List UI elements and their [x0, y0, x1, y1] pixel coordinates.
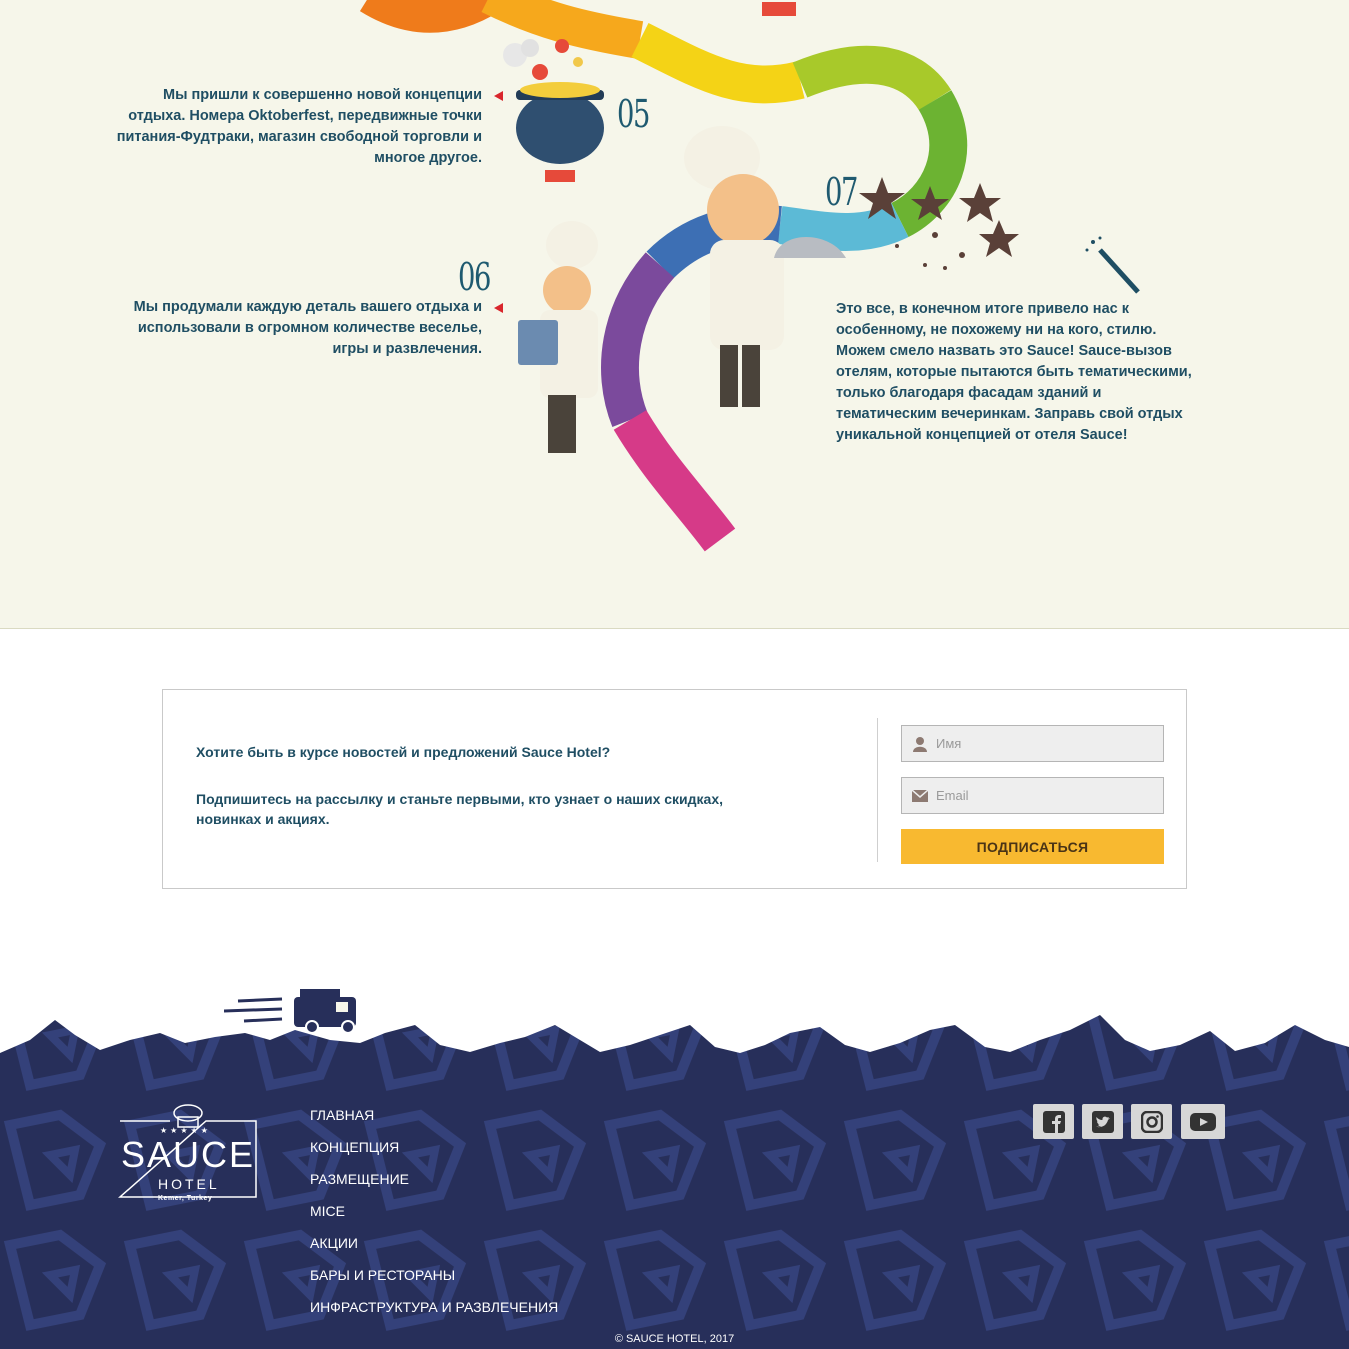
email-field[interactable]: Email [901, 777, 1164, 814]
subscribe-heading: Хотите быть в курсе новостей и предложен… [196, 744, 611, 760]
magic-wand-icon [1085, 236, 1140, 294]
name-placeholder: Имя [936, 736, 962, 751]
step-description: Это все, в конечном итоге привело нас к … [836, 301, 1192, 443]
youtube-link[interactable] [1181, 1104, 1225, 1139]
footer-nav: ГЛАВНАЯ КОНЦЕПЦИЯ РАЗМЕЩЕНИЕ MICE АКЦИИ … [310, 1107, 558, 1331]
nav-link-bars[interactable]: БАРЫ И РЕСТОРАНЫ [310, 1267, 558, 1299]
name-field[interactable]: Имя [901, 725, 1164, 762]
stove-icon [762, 2, 796, 16]
logo-location: Kemer, Turkey [158, 1195, 213, 1202]
instagram-link[interactable] [1131, 1104, 1172, 1139]
twitter-link[interactable] [1082, 1104, 1123, 1139]
nav-link-rooms[interactable]: РАЗМЕЩЕНИЕ [310, 1171, 558, 1203]
user-icon [913, 736, 927, 752]
nav-link-offers[interactable]: АКЦИИ [310, 1235, 558, 1267]
logo-name: SAUCE [120, 1134, 256, 1175]
step-pointer [494, 91, 503, 101]
step-number: 06 [458, 255, 491, 299]
facebook-icon [1042, 1110, 1065, 1133]
cauldron-icon [503, 39, 604, 182]
footer: ★★★★★ SAUCE HOTEL Kemer, Turkey ГЛАВНАЯ … [0, 985, 1349, 1349]
step-number: 07 [825, 170, 858, 214]
subscribe-description: Подпишитесь на рассылку и станьте первым… [196, 791, 724, 827]
email-placeholder: Email [936, 788, 969, 803]
copyright: © SAUCE HOTEL, 2017 [614, 1333, 735, 1345]
step-description: Мы продумали каждую деталь вашего отдыха… [133, 299, 482, 357]
subscribe-button[interactable]: ПОДПИСАТЬСЯ [901, 829, 1164, 864]
logo-hotel: HOTEL [158, 1176, 220, 1192]
nav-link-home[interactable]: ГЛАВНАЯ [310, 1107, 558, 1139]
chef-big-illustration [684, 126, 846, 407]
step-description: Мы пришли к совершенно новой концепции о… [116, 87, 482, 166]
instagram-icon [1140, 1110, 1163, 1133]
nav-link-concept[interactable]: КОНЦЕПЦИЯ [310, 1139, 558, 1171]
food-truck-icon [224, 989, 356, 1033]
nav-link-infrastructure[interactable]: ИНФРАСТРУКТУРА И РАЗВЛЕЧЕНИЯ [310, 1299, 558, 1331]
divider [877, 718, 878, 862]
subscribe-box: Хотите быть в курсе новостей и предложен… [162, 689, 1187, 889]
twitter-icon [1091, 1110, 1114, 1133]
step-number: 05 [617, 92, 650, 136]
nav-link-mice[interactable]: MICE [310, 1203, 558, 1235]
facebook-link[interactable] [1033, 1104, 1074, 1139]
step-pointer [494, 303, 503, 313]
concept-section: 05 Мы пришли к совершенно новой концепци… [0, 0, 1349, 629]
envelope-icon [912, 789, 928, 802]
chef-small-illustration [518, 221, 598, 453]
hotel-logo[interactable]: ★★★★★ SAUCE HOTEL Kemer, Turkey [118, 1103, 260, 1221]
youtube-icon [1190, 1112, 1216, 1131]
